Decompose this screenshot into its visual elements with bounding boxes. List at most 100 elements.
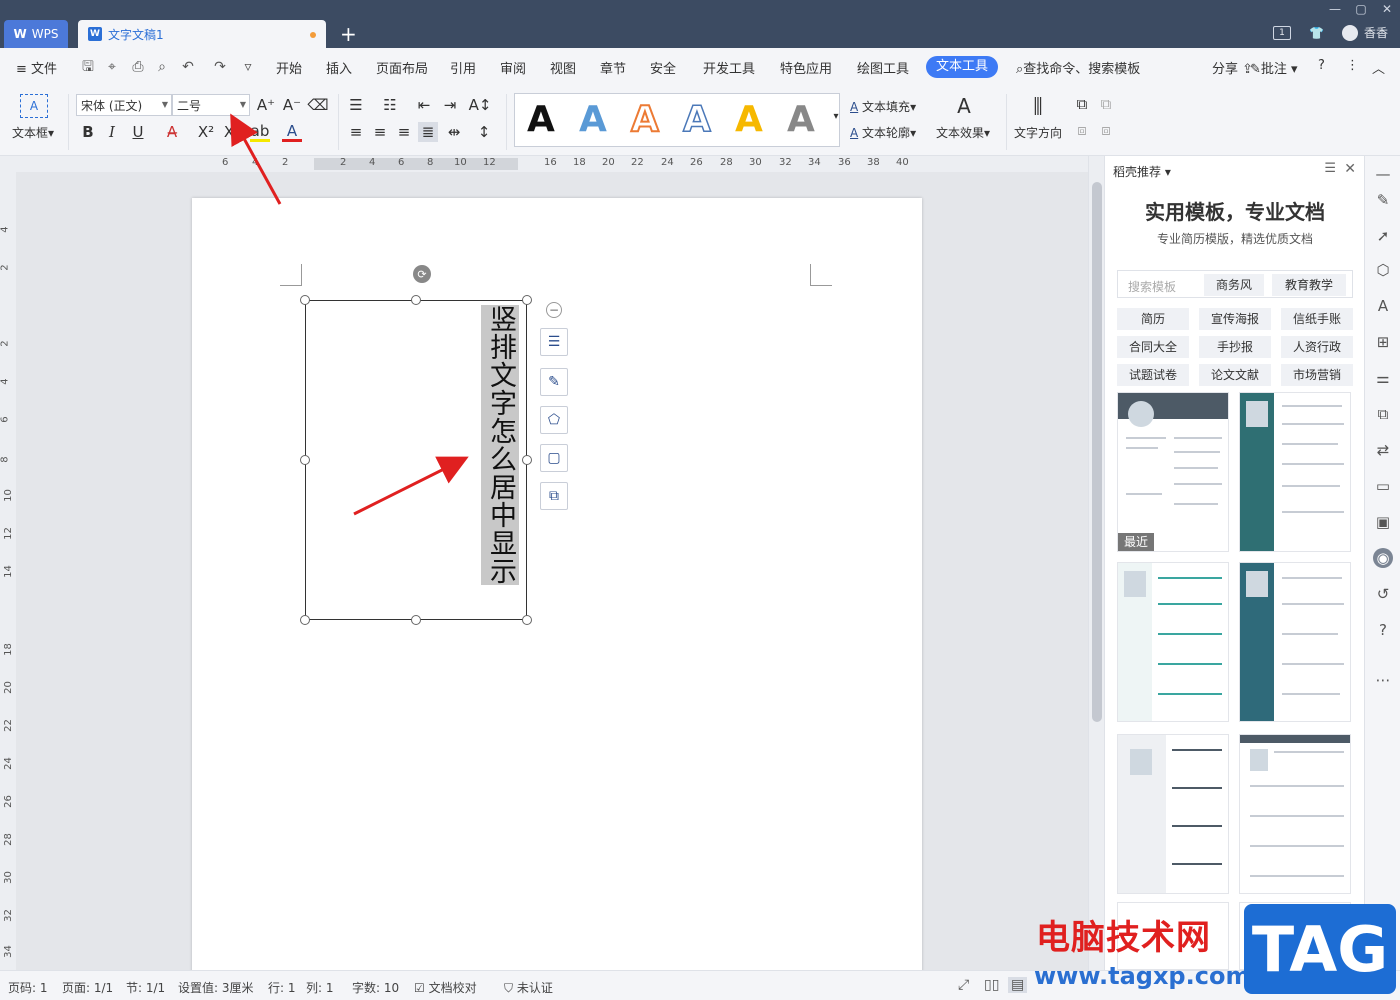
close-icon[interactable]: ✕ bbox=[1344, 161, 1356, 177]
panel-menu-icon[interactable]: ☰ bbox=[1324, 161, 1336, 176]
category-poster[interactable]: 宣传海报 bbox=[1199, 308, 1271, 330]
fullscreen-icon[interactable]: ⤢ bbox=[958, 977, 969, 993]
tab-view[interactable]: 视图 bbox=[550, 58, 576, 77]
read-mode-icon[interactable]: ▯▯ bbox=[984, 977, 999, 993]
tab-review[interactable]: 审阅 bbox=[500, 58, 526, 77]
document-page[interactable]: ⟳ 竖排文字怎么居中显示 − ☰ ✎ ⬠ ▢ ⧉ bbox=[192, 198, 922, 970]
new-tab-button[interactable]: + bbox=[340, 22, 357, 46]
bold-button[interactable]: B bbox=[78, 122, 98, 142]
highlight-icon[interactable]: ab bbox=[250, 122, 270, 142]
tab-drawing-tools[interactable]: 绘图工具 bbox=[857, 58, 909, 77]
tab-page-layout[interactable]: 页面布局 bbox=[376, 58, 428, 77]
create-link-icon[interactable]: ⧉ bbox=[1072, 94, 1092, 114]
undo-icon[interactable]: ↶ bbox=[180, 59, 196, 75]
wps-home-tab[interactable]: W WPS bbox=[4, 20, 68, 48]
template-thumbnail[interactable] bbox=[1239, 734, 1351, 894]
italic-button[interactable]: I bbox=[102, 122, 122, 142]
decrease-font-icon[interactable]: A⁻ bbox=[282, 95, 302, 115]
style-blue-outline[interactable]: A bbox=[682, 98, 711, 141]
wrap-text-icon[interactable]: ☰ bbox=[540, 328, 568, 356]
table-icon[interactable]: ⊞ bbox=[1373, 332, 1393, 352]
shapes-icon[interactable]: ⬡ bbox=[1373, 260, 1393, 280]
textbox-button[interactable]: 文本框▾ bbox=[12, 124, 54, 141]
rotate-handle-icon[interactable]: ⟳ bbox=[413, 265, 431, 283]
tab-insert[interactable]: 插入 bbox=[326, 58, 352, 77]
decrease-indent-icon[interactable]: ⇤ bbox=[414, 95, 434, 115]
document-scrollbar[interactable] bbox=[1088, 156, 1104, 970]
text-outline-button[interactable]: A 文本轮廓▾ bbox=[850, 124, 916, 141]
text-fill-button[interactable]: A 文本填充▾ bbox=[850, 98, 916, 115]
align-right-icon[interactable]: ≡ bbox=[394, 122, 414, 142]
skin-icon[interactable]: 👕 bbox=[1309, 26, 1324, 40]
category-stationery[interactable]: 信纸手账 bbox=[1281, 308, 1353, 330]
increase-indent-icon[interactable]: ⇥ bbox=[440, 95, 460, 115]
category-handwritten[interactable]: 手抄报 bbox=[1199, 336, 1271, 358]
template-search[interactable]: 搜索模板 商务风 教育教学 bbox=[1117, 270, 1353, 298]
resize-handle[interactable] bbox=[411, 295, 421, 305]
pointer-icon[interactable]: ➚ bbox=[1373, 226, 1393, 246]
status-word-count[interactable]: 字数: 10 bbox=[352, 979, 399, 996]
tab-home[interactable]: 开始 bbox=[276, 58, 302, 77]
scrollbar-thumb[interactable] bbox=[1092, 182, 1102, 722]
tab-references[interactable]: 引用 bbox=[450, 58, 476, 77]
resize-handle[interactable] bbox=[300, 295, 310, 305]
template-thumbnail[interactable] bbox=[1239, 562, 1351, 722]
category-contract[interactable]: 合同大全 bbox=[1117, 336, 1189, 358]
file-menu[interactable]: ≡ 文件 bbox=[16, 58, 57, 77]
settings-sliders-icon[interactable]: ⚌ bbox=[1373, 368, 1393, 388]
resize-handle[interactable] bbox=[522, 295, 532, 305]
archive-icon[interactable]: ▭ bbox=[1373, 476, 1393, 496]
more-menu-button[interactable]: ⋮ bbox=[1346, 58, 1359, 73]
document-tab[interactable]: W 文字文稿1 bbox=[78, 20, 326, 48]
subscript-icon[interactable]: X₂ bbox=[222, 122, 242, 142]
underline-button[interactable]: U bbox=[128, 122, 148, 142]
translate-icon[interactable]: ⇄ bbox=[1373, 440, 1393, 460]
print-icon[interactable]: ⎙ bbox=[130, 59, 146, 75]
redo-icon[interactable]: ↷ bbox=[212, 59, 228, 75]
horizontal-ruler[interactable]: 6 4 2 2 4 6 8 10 12 16 18 20 22 24 26 28… bbox=[0, 156, 1088, 172]
chip-education[interactable]: 教育教学 bbox=[1272, 274, 1346, 296]
category-hr[interactable]: 人资行政 bbox=[1281, 336, 1353, 358]
style-black[interactable]: A bbox=[527, 99, 555, 140]
increase-font-icon[interactable]: A⁺ bbox=[256, 95, 276, 115]
user-account[interactable]: 香香 bbox=[1341, 24, 1388, 41]
font-size-select[interactable]: 二号 ▼ bbox=[172, 94, 250, 116]
font-color-icon[interactable]: A bbox=[282, 122, 302, 142]
category-marketing[interactable]: 市场营销 bbox=[1281, 364, 1353, 386]
text-effect-icon[interactable]: A bbox=[954, 94, 974, 118]
font-name-select[interactable]: 宋体 (正文) ▼ bbox=[76, 94, 172, 116]
style-gray[interactable]: A bbox=[787, 99, 815, 140]
align-center-icon[interactable]: ≡ bbox=[370, 122, 390, 142]
category-resume[interactable]: 简历 bbox=[1117, 308, 1189, 330]
vertical-textbox[interactable]: ⟳ 竖排文字怎么居中显示 bbox=[300, 265, 532, 625]
minimize-button[interactable]: — bbox=[1322, 0, 1348, 18]
vertical-ruler[interactable]: 4 2 2 4 6 8 10 12 14 18 20 22 24 26 28 3… bbox=[0, 172, 16, 970]
comment-button[interactable]: ✎批注 ▾ bbox=[1250, 58, 1298, 77]
close-window-button[interactable]: ✕ bbox=[1374, 0, 1400, 18]
more-layout-icon[interactable]: ⧉ bbox=[540, 482, 568, 510]
justify-icon[interactable]: ≣ bbox=[418, 122, 438, 142]
textbox-icon[interactable]: A bbox=[20, 94, 48, 118]
line-spacing-icon[interactable]: ↕ bbox=[474, 122, 494, 142]
print-preview-icon[interactable]: ⌕ bbox=[154, 59, 170, 75]
template-recommend-icon[interactable]: ◉ bbox=[1373, 548, 1393, 568]
text-direction-icon[interactable]: ⫼ bbox=[1028, 94, 1048, 118]
gallery-more-icon[interactable]: ▾ bbox=[826, 106, 846, 126]
template-thumbnail[interactable] bbox=[1117, 734, 1229, 894]
shape-style-icon[interactable]: ✎ bbox=[540, 368, 568, 396]
style-gold[interactable]: A bbox=[735, 99, 763, 140]
resize-handle[interactable] bbox=[522, 615, 532, 625]
certification-status[interactable]: ⛉ 未认证 bbox=[504, 979, 553, 996]
template-thumbnail[interactable]: 最近 bbox=[1117, 392, 1229, 552]
window-count-badge[interactable]: 1 bbox=[1273, 25, 1292, 40]
text-direction-small-icon[interactable]: A↕ bbox=[469, 95, 492, 115]
category-exam[interactable]: 试题试卷 bbox=[1117, 364, 1189, 386]
quick-access-more-icon[interactable]: ▿ bbox=[240, 59, 256, 75]
clear-format-icon[interactable]: ⌫ bbox=[307, 95, 328, 115]
share-button[interactable]: 分享 ⇪ bbox=[1212, 58, 1253, 77]
collapse-icon[interactable]: — bbox=[1373, 164, 1393, 184]
template-thumbnail[interactable] bbox=[1239, 392, 1351, 552]
template-thumbnail[interactable] bbox=[1117, 562, 1229, 722]
collapse-ribbon-button[interactable]: ︿ bbox=[1372, 58, 1385, 77]
proofread-button[interactable]: ☑ 文档校对 bbox=[414, 979, 477, 996]
